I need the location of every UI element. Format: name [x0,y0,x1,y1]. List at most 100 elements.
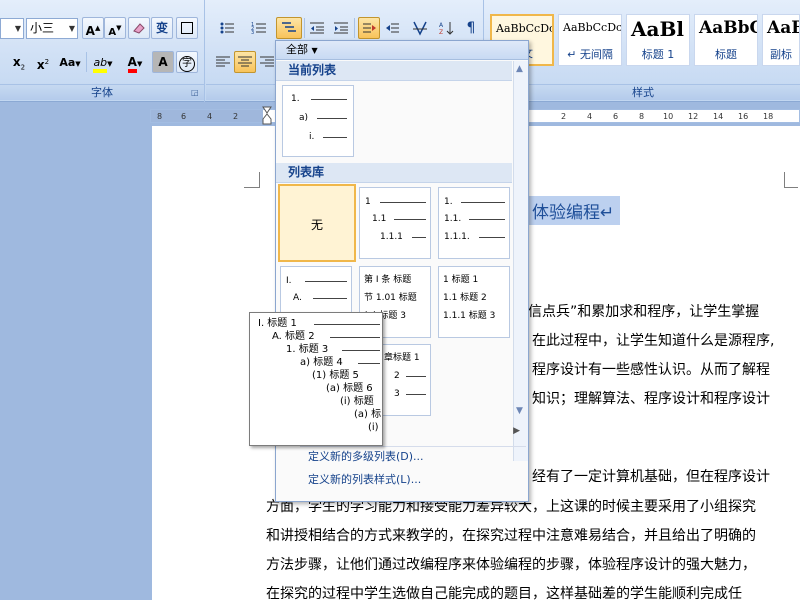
list-line [323,137,347,138]
style-tile-no-spacing[interactable]: AaBbCcDc ↵ 无间隔 [558,14,622,66]
list-line [394,219,426,220]
bullet-list-icon [220,22,234,34]
preview-level-9: (i) [368,422,379,433]
rtl-direction-button[interactable] [382,17,404,39]
chevron-down-icon[interactable]: ▼ [15,19,21,38]
align-center-button[interactable] [234,51,256,73]
ruler-tick: 12 [688,112,699,121]
list-level-1: 章标题 1 [384,353,420,363]
list-level-3: 1.1.1. [444,232,470,242]
preview-level-3: 1. 标题 3 [286,344,329,355]
doc-line: 在此过程中，让学生知道什么是源程序, [532,333,775,349]
enclose-char-button[interactable]: 字 [176,51,198,73]
font-size-combo[interactable]: 小三 ▼ [26,18,78,39]
current-list-header: 当前列表 [276,61,512,81]
preview-level-7: (i) 标题 [340,396,374,407]
char-border-button[interactable] [176,17,198,39]
list-line [479,237,505,238]
shrink-font-button[interactable]: A▼ [104,17,126,39]
numbering-button[interactable]: 123 [244,17,274,39]
style-tile-subtitle[interactable]: AaBbC 副标 [762,14,800,66]
styles-group: AaBbCcDc 正文 AaBbCcDc ↵ 无间隔 AaBl 标题 1 AaB… [486,0,800,102]
list-level-2: a) [299,113,309,123]
ruler-tick: 10 [663,112,674,121]
list-line [313,298,347,299]
clear-format-button[interactable] [128,17,150,39]
style-tile-heading-1[interactable]: AaBl 标题 1 [626,14,690,66]
menu-scrollbar[interactable]: ▲ ▼ [513,61,528,461]
ruler-tick: 6 [613,112,619,121]
list-tile-numbered-dot[interactable]: 1. 1.1. 1.1.1. [438,187,510,259]
numbered-list-icon: 123 [251,22,266,36]
list-tile-numbered[interactable]: 1 1.1 1.1.1 [359,187,431,259]
style-tile-title[interactable]: AaBbC 标题 [694,14,758,66]
indent-marker-icon[interactable] [262,106,272,126]
highlight-color-button[interactable]: ab▼ [88,51,118,73]
list-line [461,202,505,203]
doc-line: 在探究的过程中学生选做自己能完成的题目，这样基础差的学生能顺利完成任 [266,586,742,600]
superscript-button[interactable]: x2 [32,51,54,73]
ruler-tick: 4 [207,112,213,121]
list-level-1: I. [286,276,292,286]
separator [354,18,355,38]
style-name: 标题 1 [641,48,675,61]
list-line [469,219,505,220]
list-level-2: 节 1.01 标题 [364,293,417,303]
font-name-combo-tail[interactable]: ▼ [0,18,24,39]
align-left-button[interactable] [212,51,234,73]
style-sample: AaBbCcDc [563,21,622,34]
chinese-layout-icon [413,21,427,36]
change-case-button[interactable]: Aa▼ [56,51,84,73]
ruler-tick: 4 [587,112,593,121]
menu-filter-dropdown[interactable]: 全部 ▼ [276,41,528,60]
show-marks-button[interactable]: ¶ [460,17,482,39]
list-level-1: 第 Ⅰ 条 标题 [364,275,412,285]
chevron-down-icon: ▼ [311,46,318,55]
style-sample: AaBbC [699,18,758,38]
crop-mark [784,172,798,188]
increase-indent-button[interactable] [330,17,352,39]
preview-line [358,363,380,364]
list-line [406,376,426,377]
define-list-style-item[interactable]: 定义新的列表样式(L)... [276,469,528,491]
ruler-tick: 8 [639,112,645,121]
list-line [406,394,426,395]
sort-button[interactable]: AZ [436,17,458,39]
list-level-1: 1. [444,197,453,207]
style-sample: AaBl [631,17,684,41]
font-color-button[interactable]: A▼ [120,51,150,73]
bullets-button[interactable] [212,17,242,39]
scroll-up-icon[interactable]: ▲ [516,64,523,74]
style-name: 副标 [770,48,792,61]
phonetic-guide-button[interactable]: 变 [151,17,173,39]
current-list-tile[interactable]: 1. a) i. [282,85,354,157]
subscript-button[interactable]: x2 [8,51,30,73]
multilevel-list-button[interactable] [276,17,302,39]
doc-line: 信点兵”和累加求和程序，让学生掌握 [528,304,760,320]
multilevel-list-icon [282,22,296,32]
grow-font-button[interactable]: A▲ [82,17,104,39]
pilcrow-icon: ¶ [466,20,476,36]
chevron-down-icon[interactable]: ▼ [69,19,75,38]
font-group: 小三 ▼ ▼ A▲ A▼ 变 x2 x2 Aa▼ ab▼ A▼ A 字 字体 ◲ [0,0,205,102]
chevron-right-icon: ▶ [513,426,520,436]
dialog-launcher-icon[interactable]: ◲ [191,88,201,98]
eraser-icon [133,23,145,34]
list-level-2: A. [293,293,302,303]
preview-level-4: a) 标题 4 [300,357,343,368]
char-shading-button[interactable]: A [152,51,174,73]
list-line [317,118,347,119]
ltr-direction-button[interactable] [358,17,380,39]
char-border-icon [181,22,193,34]
define-multilevel-list-item[interactable]: 定义新的多级列表(D)... [276,446,528,468]
decrease-indent-button[interactable] [306,17,328,39]
scroll-down-icon[interactable]: ▼ [516,406,523,416]
increase-indent-icon [334,22,348,34]
separator [304,18,305,38]
align-left-icon [216,56,230,67]
chinese-layout-button[interactable] [406,17,434,39]
doc-line: 经有了一定计算机基础，但在程序设计 [532,469,770,485]
list-tile-headings[interactable]: 1 标题 1 1.1 标题 2 1.1.1 标题 3 [438,266,510,338]
style-name: ↵ 无间隔 [567,48,613,61]
list-tile-none[interactable]: 无 [278,184,356,262]
